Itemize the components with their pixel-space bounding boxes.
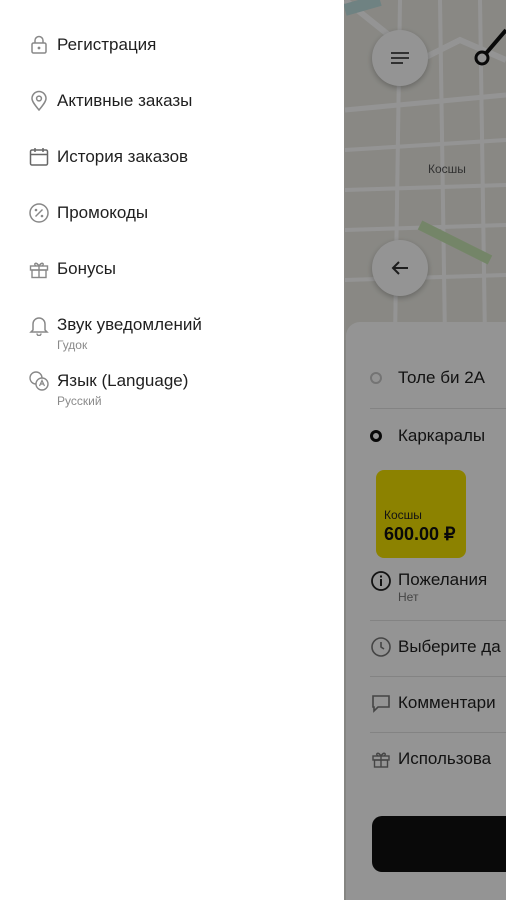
language-icon [29, 371, 49, 391]
calendar-icon [29, 148, 49, 166]
drawer-item-order-history[interactable]: История заказов [28, 146, 328, 168]
drawer-item-label: Бонусы [57, 259, 117, 278]
drawer-item-sublabel: Гудок [57, 338, 88, 352]
drawer-item-registration[interactable]: Регистрация [28, 34, 328, 56]
drawer-item-notification-sound[interactable]: Звук уведомлений Гудок [28, 314, 328, 353]
lock-icon [31, 35, 47, 54]
location-pin-icon [31, 90, 47, 112]
drawer-item-label: Язык (Language) [57, 371, 189, 390]
drawer-item-label: Промокоды [57, 203, 149, 222]
drawer-item-sublabel: Русский [57, 394, 102, 408]
drawer-item-label: Активные заказы [57, 91, 193, 110]
drawer-item-promocodes[interactable]: Промокоды [28, 202, 328, 224]
drawer-item-label: Регистрация [57, 35, 157, 54]
gift-icon [29, 262, 49, 279]
drawer-item-active-orders[interactable]: Активные заказы [28, 90, 328, 112]
drawer-item-label: Звук уведомлений [57, 315, 202, 334]
drawer-item-bonuses[interactable]: Бонусы [28, 258, 328, 280]
bell-icon [29, 317, 49, 336]
navigation-drawer: Регистрация Активные заказы История зака… [0, 0, 344, 900]
drawer-item-language[interactable]: Язык (Language) Русский [28, 370, 328, 409]
percent-icon [29, 203, 49, 223]
drawer-item-label: История заказов [57, 147, 189, 166]
